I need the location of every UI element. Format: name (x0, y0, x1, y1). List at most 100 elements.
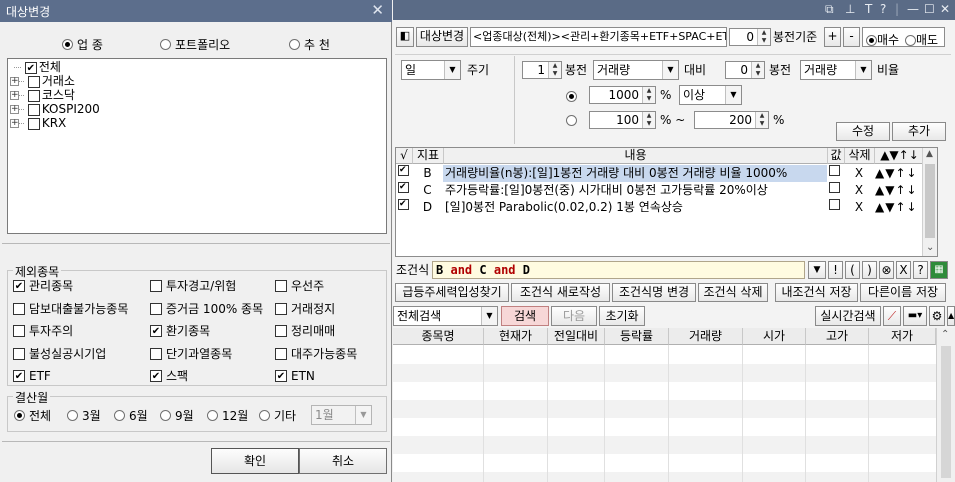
exclude-suspended[interactable]: 거래정지 (275, 301, 335, 316)
reset-button[interactable]: 초기화 (599, 306, 645, 326)
scroll-down-icon[interactable]: ⌄ (926, 242, 934, 253)
val1-stepper[interactable]: 1000 ▲ ▼ (589, 86, 656, 104)
table-row[interactable] (393, 454, 936, 472)
close-icon[interactable]: ✕ (371, 1, 384, 19)
tree-item-kospi200[interactable]: + KOSPI200 (10, 102, 100, 116)
exclude-no-loan[interactable]: 담보대출불가능종목 (13, 301, 128, 316)
table-row[interactable] (393, 418, 936, 436)
field1-select[interactable]: 거래량 ▼ (593, 60, 679, 80)
search-button[interactable]: 검색 (501, 306, 549, 326)
delete-condition-button[interactable]: 조건식 삭제 (698, 283, 768, 302)
market-tree[interactable]: 전체 + 거래소 + 코스닥 + KOSPI200 + KRX (7, 58, 387, 234)
radio-sell[interactable]: 매도 (905, 31, 938, 48)
pin-icon[interactable]: ⊥ (845, 2, 855, 16)
save-condition-button[interactable]: 내조건식 저장 (775, 283, 858, 302)
radio-range-mode[interactable] (566, 113, 577, 127)
table-row[interactable] (393, 472, 936, 482)
tree-item-krx[interactable]: + KRX (10, 116, 66, 130)
exclude-etn[interactable]: ETN (275, 368, 315, 383)
condition-scrollbar[interactable]: ▲ ⌄ (922, 148, 937, 256)
scroll-thumb[interactable] (941, 346, 951, 478)
condition-row[interactable]: B 거래량비율(n봉):[일]1봉전 거래량 대비 0봉전 거래량 비율 100… (396, 165, 938, 182)
help-icon[interactable]: ? (880, 2, 886, 16)
exclude-warning[interactable]: 투자경고/위험 (150, 278, 236, 293)
clear-expr-button[interactable]: X (896, 261, 911, 279)
radio-buy[interactable]: 매수 (866, 31, 899, 48)
spin-arrows-icon[interactable]: ▲ ▼ (642, 112, 655, 128)
menu-dropdown-icon[interactable]: ▬▾ (903, 306, 927, 326)
condition-row[interactable]: C 주가등락률:[일]0봉전(중) 시가대비 0봉전 고가등락률 20%이상 X… (396, 182, 938, 199)
expand-icon[interactable]: + (10, 105, 19, 114)
exclude-ventilation[interactable]: 환기종목 (150, 323, 210, 338)
n1-stepper[interactable]: 1 ▲ ▼ (522, 61, 562, 79)
exclude-overheated[interactable]: 단기과열종목 (150, 346, 232, 361)
radio-recommend[interactable]: 추 천 (289, 36, 330, 53)
result-scrollbar[interactable]: ⌃ (936, 328, 955, 482)
delete-button[interactable]: X (844, 165, 874, 182)
layout-icon[interactable]: ◧ (396, 27, 414, 47)
cancel-button[interactable]: 취소 (299, 448, 387, 474)
expand-icon[interactable]: + (10, 77, 19, 86)
realtime-search-button[interactable]: 실시간검색 (815, 306, 881, 326)
save-as-button[interactable]: 다른이름 저장 (860, 283, 946, 302)
excel-icon[interactable]: ▦ (930, 261, 948, 279)
expand-icon[interactable]: + (10, 119, 19, 128)
radio-value-mode[interactable] (566, 89, 577, 103)
val2-stepper[interactable]: 100 ▲ ▼ (589, 111, 656, 129)
expr-dropdown-icon[interactable]: ▼ (808, 261, 826, 279)
val3-stepper[interactable]: 200 ▲ ▼ (694, 111, 769, 129)
spin-arrows-icon[interactable]: ▲ ▼ (751, 62, 764, 78)
settle-jun[interactable]: 6월 (114, 408, 148, 423)
exclude-admin[interactable]: 관리종목 (13, 278, 73, 293)
tree-item-kosdaq[interactable]: + 코스닥 (10, 88, 75, 102)
table-row[interactable] (393, 382, 936, 400)
xor-button[interactable]: ⊗ (879, 261, 894, 279)
expression-input[interactable]: B and C and D (432, 261, 805, 279)
above-select[interactable]: 이상 ▼ (679, 85, 742, 105)
spin-arrows-icon[interactable]: ▲ ▼ (548, 62, 561, 78)
tree-checkbox[interactable] (27, 103, 40, 116)
exclude-shortable[interactable]: 대주가능종목 (275, 346, 357, 361)
table-row[interactable] (393, 436, 936, 454)
scroll-thumb[interactable] (925, 164, 935, 238)
n2-stepper[interactable]: 0 ▲ ▼ (725, 61, 765, 79)
minimize-icon[interactable]: — (907, 2, 919, 16)
expand-icon[interactable]: + (10, 91, 19, 100)
move-arrows[interactable]: ▲▼↑↓ (875, 199, 923, 216)
ok-button[interactable]: 확인 (211, 448, 299, 474)
window-icon[interactable]: ⧉ (825, 2, 834, 17)
scroll-up-icon[interactable]: ⌃ (941, 329, 949, 340)
exclude-margin100[interactable]: 증거금 100% 종목 (150, 301, 263, 316)
radio-portfolio[interactable]: 포트폴리오 (160, 36, 230, 53)
exclude-etf[interactable]: ETF (13, 368, 51, 383)
rename-condition-button[interactable]: 조건식명 변경 (612, 283, 696, 302)
exclude-preferred[interactable]: 우선주 (275, 278, 324, 293)
new-condition-button[interactable]: 조건식 새로작성 (511, 283, 610, 302)
search-scope-select[interactable]: 전체검색 ▼ (393, 306, 498, 326)
tree-checkbox[interactable] (27, 117, 40, 130)
result-table[interactable]: 종목명 현재가 전일대비 등락률 거래량 시가 고가 저가 ⌃ (393, 328, 955, 482)
delete-button[interactable]: X (844, 182, 874, 199)
settle-sep[interactable]: 9월 (160, 408, 194, 423)
exclude-spac[interactable]: 스팩 (150, 368, 188, 383)
condition-row[interactable]: D [일]0봉전 Parabolic(0.02,0.2) 1봉 연속상승 X ▲… (396, 199, 938, 216)
settle-other[interactable]: 기타 (259, 408, 296, 423)
settle-dec[interactable]: 12월 (207, 408, 248, 423)
spin-arrows-icon[interactable]: ▲ ▼ (642, 87, 655, 103)
spin-arrows-icon[interactable]: ▲ ▼ (757, 29, 770, 45)
collapse-icon[interactable]: ▲ (947, 306, 955, 326)
gear-icon[interactable]: ⚙ (929, 306, 945, 326)
maximize-icon[interactable]: ☐ (924, 2, 935, 16)
tree-checkbox[interactable] (27, 89, 40, 102)
surge-finder-button[interactable]: 급등주세력입성찾기 (395, 283, 509, 302)
tree-checkbox[interactable] (27, 75, 40, 88)
exclude-caution[interactable]: 투자주의 (13, 323, 73, 338)
radio-sector[interactable]: 업 종 (62, 36, 103, 53)
minus-button[interactable]: - (843, 27, 860, 47)
open-paren-button[interactable]: ( (845, 261, 860, 279)
tree-item-all[interactable]: 전체 (14, 60, 61, 74)
next-button[interactable]: 다음 (551, 306, 597, 326)
exclude-unfaithful[interactable]: 불성실공시기업 (13, 346, 106, 361)
field2-select[interactable]: 거래량 ▼ (800, 60, 872, 80)
close-paren-button[interactable]: ) (862, 261, 877, 279)
